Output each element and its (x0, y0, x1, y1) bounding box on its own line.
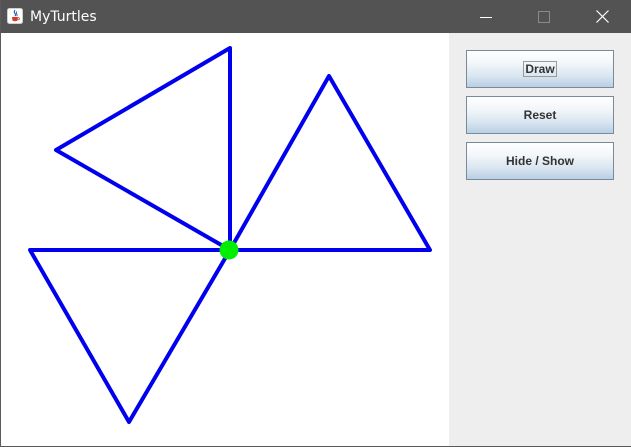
upper-left-triangle (54, 46, 232, 252)
hide-show-button[interactable]: Hide / Show (466, 142, 614, 180)
turtle-canvas[interactable] (1, 33, 449, 446)
close-icon (595, 10, 609, 23)
minimize-icon (480, 16, 492, 18)
close-button[interactable] (573, 0, 631, 33)
hide-show-button-label: Hide / Show (505, 154, 574, 168)
draw-button[interactable]: Draw (466, 50, 614, 88)
title-bar[interactable]: MyTurtles (1, 0, 631, 33)
upper-right-triangle (228, 74, 432, 252)
lower-left-triangle (28, 248, 232, 424)
turtle-marker (219, 240, 239, 260)
turtle-drawing (28, 46, 432, 424)
maximize-icon (538, 10, 550, 23)
reset-button[interactable]: Reset (466, 96, 614, 134)
control-panel: Draw Reset Hide / Show (449, 33, 631, 446)
app-window: MyTurtles Draw Reset Hide / Show (0, 0, 631, 447)
draw-button-label: Draw (523, 61, 557, 77)
maximize-button[interactable] (515, 0, 573, 33)
reset-button-label: Reset (523, 108, 557, 122)
java-app-icon (7, 8, 23, 24)
window-title: MyTurtles (30, 9, 97, 25)
minimize-button[interactable] (457, 0, 515, 33)
